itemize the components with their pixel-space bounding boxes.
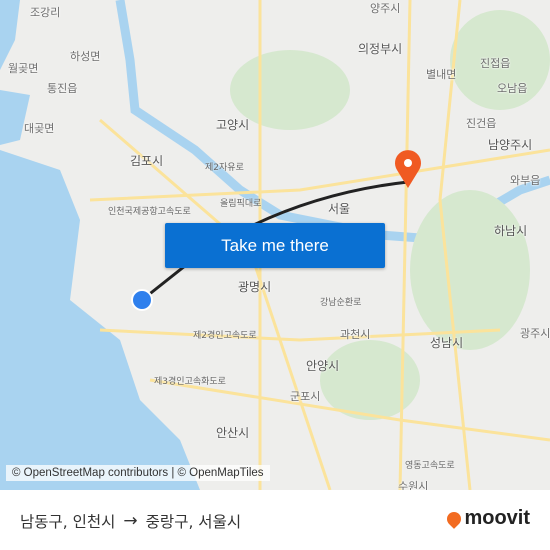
place-label: 통진읍 — [47, 82, 78, 95]
moovit-logo[interactable]: moovit — [444, 507, 530, 530]
route-title: 남동구, 인천시 → 중랑구, 서울시 — [20, 510, 241, 532]
place-label: 과천시 — [340, 328, 371, 341]
estuary — [0, 90, 30, 145]
place-label: 남양주시 — [488, 138, 533, 152]
place-label: 김포시 — [130, 154, 164, 168]
take-me-there-button[interactable]: Take me there — [165, 223, 385, 268]
place-label: 진접읍 — [480, 57, 511, 70]
place-label: 광주시 — [520, 327, 550, 340]
place-label: 광명시 — [238, 280, 272, 294]
place-label: 서울 — [328, 202, 351, 216]
place-label: 성남시 — [430, 336, 464, 350]
place-label: 와부읍 — [510, 174, 541, 187]
place-label: 월곶면 — [8, 62, 39, 75]
road-label: 제2자유로 — [205, 163, 244, 173]
place-label: 하성면 — [70, 50, 101, 63]
place-label: 양주시 — [370, 2, 401, 15]
place-label: 의정부시 — [358, 42, 403, 56]
place-label: 안산시 — [216, 426, 250, 440]
park — [410, 190, 530, 350]
place-label: 오남읍 — [497, 82, 528, 95]
origin-marker — [131, 289, 153, 311]
place-label: 수원시 — [398, 480, 429, 490]
footer: 남동구, 인천시 → 중랑구, 서울시 moovit — [0, 490, 550, 550]
origin-label: 남동구, 인천시 — [20, 513, 116, 531]
place-label: 조강리 — [30, 6, 61, 19]
destination-label: 중랑구, 서울시 — [145, 513, 242, 531]
place-label: 군포시 — [290, 390, 321, 403]
park — [320, 340, 420, 420]
moovit-pin-icon — [444, 508, 465, 529]
place-label: 별내면 — [426, 68, 457, 81]
arrow-right-icon: → — [123, 511, 138, 531]
map-attribution[interactable]: © OpenStreetMap contributors | © OpenMap… — [6, 465, 270, 481]
map[interactable]: 조강리하성면월곶면통진읍대곶면김포시 고양시 양주시의정부시별내면 진접읍오남읍진건읍… — [0, 0, 550, 490]
road-label: 제2경인고속도로 — [193, 331, 257, 341]
place-label: 대곶면 — [24, 122, 55, 135]
road-label: 올림픽대로 — [220, 199, 262, 209]
logo-text: moovit — [464, 507, 530, 529]
place-label: 안양시 — [306, 359, 340, 373]
place-label: 진건읍 — [466, 117, 497, 130]
road-label: 강남순환로 — [320, 298, 362, 308]
place-label: 하남시 — [494, 224, 528, 238]
road-label: 제3경인고속화도로 — [154, 377, 226, 387]
place-label: 고양시 — [216, 118, 250, 132]
road-label: 인천국제공항고속도로 — [108, 207, 191, 217]
road-label: 영동고속도로 — [405, 461, 455, 471]
